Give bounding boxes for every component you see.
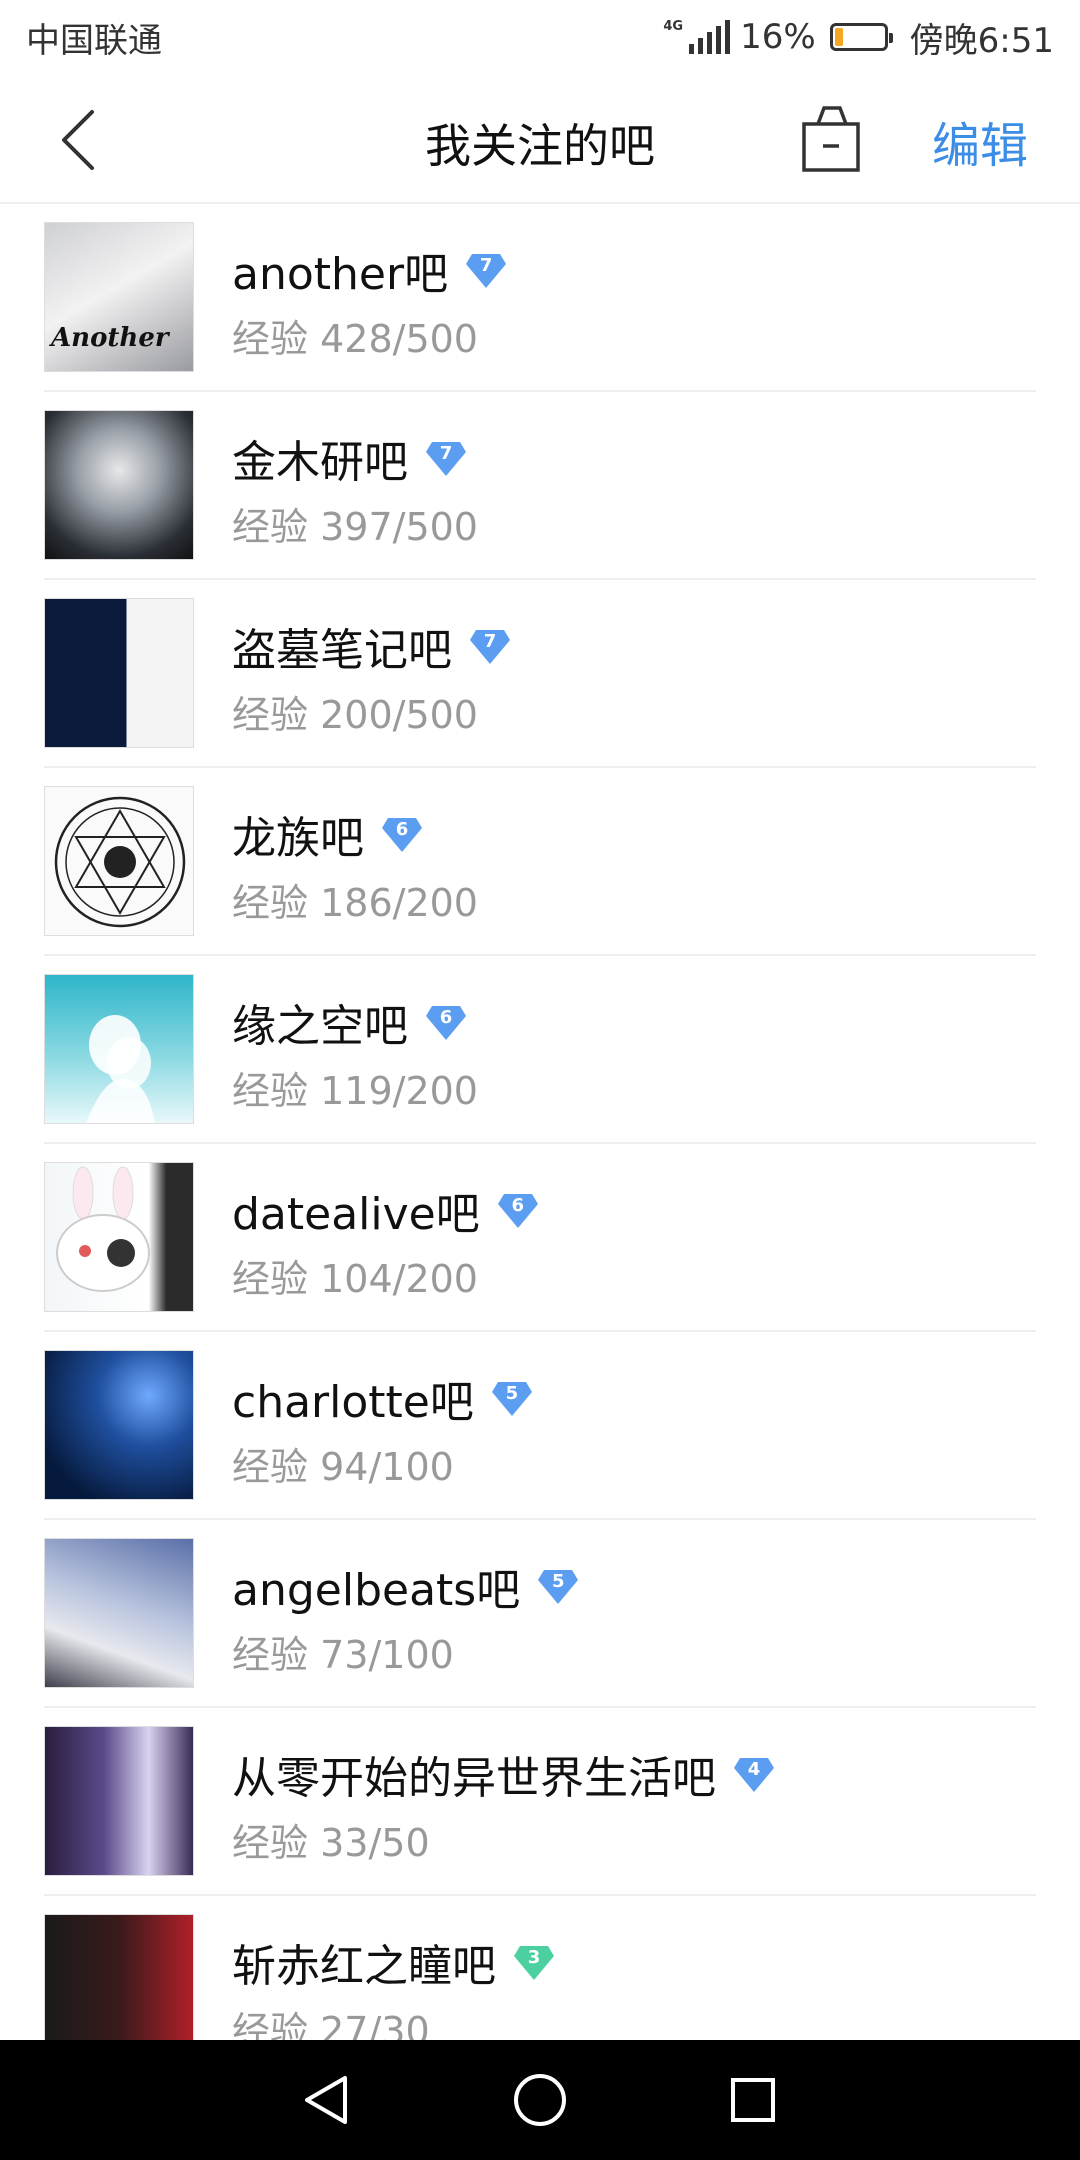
experience-text: 经验 27/30 <box>232 2009 430 2040</box>
level-badge: 7 <box>468 626 512 666</box>
forum-item-another[interactable]: Another another吧 7 经验 428/500 <box>44 204 1036 392</box>
experience-text: 经验 73/100 <box>232 1633 454 1677</box>
triangle-back-icon <box>304 2076 347 2124</box>
forum-avatar <box>44 410 194 560</box>
forum-item-jinmuyan[interactable]: 金木研吧 7 经验 397/500 <box>44 392 1036 580</box>
rabbit-icon <box>56 1166 150 1292</box>
forum-item-longzu[interactable]: 龙族吧 6 经验 186/200 <box>44 768 1036 956</box>
square-recents-icon <box>731 2078 776 2122</box>
forum-name: 盗墓笔记吧 7 <box>232 614 512 678</box>
forum-name: another吧 7 <box>232 238 508 302</box>
battery-percent: 16% <box>740 17 816 57</box>
level-badge: 3 <box>512 1942 556 1982</box>
emblem-icon <box>54 796 186 928</box>
forum-list: Another another吧 7 经验 428/500 金木研吧 7 经验 … <box>0 204 1080 2040</box>
experience-text: 经验 94/100 <box>232 1445 454 1489</box>
forum-name: 金木研吧 7 <box>232 426 468 490</box>
forum-name: angelbeats吧 5 <box>232 1554 580 1618</box>
level-badge: 6 <box>424 1002 468 1042</box>
experience-text: 经验 104/200 <box>232 1257 478 1301</box>
forum-avatar <box>44 1162 194 1312</box>
forum-item-yuanzhikong[interactable]: 缘之空吧 6 经验 119/200 <box>44 956 1036 1144</box>
home-nav-button[interactable] <box>505 2065 575 2135</box>
forum-avatar <box>44 1350 194 1500</box>
experience-text: 经验 428/500 <box>232 317 478 361</box>
forum-item-charlotte[interactable]: charlotte吧 5 经验 94/100 <box>44 1332 1036 1520</box>
experience-text: 经验 119/200 <box>232 1069 478 1113</box>
status-bar: 中国联通 4G 16% 傍晚6:51 <box>0 0 1080 74</box>
bag-icon <box>802 106 860 172</box>
circle-home-icon <box>513 2074 566 2126</box>
edit-button[interactable]: 编辑 <box>932 106 1028 176</box>
forum-item-rezero[interactable]: 从零开始的异世界生活吧 4 经验 33/50 <box>44 1708 1036 1896</box>
level-badge: 4 <box>732 1754 776 1794</box>
battery-icon <box>829 23 893 51</box>
experience-text: 经验 397/500 <box>232 505 478 549</box>
forum-avatar <box>44 974 194 1124</box>
experience-text: 经验 186/200 <box>232 881 478 925</box>
store-button[interactable] <box>800 104 862 174</box>
forum-name: 从零开始的异世界生活吧 4 <box>232 1742 776 1806</box>
forum-item-akame[interactable]: 斩赤红之瞳吧 3 经验 27/30 <box>44 1896 1036 2040</box>
level-badge: 6 <box>380 814 424 854</box>
signal-icon: 4G <box>663 19 731 54</box>
forum-avatar <box>44 598 194 748</box>
network-type: 4G <box>663 19 684 34</box>
forum-name: datealive吧 6 <box>232 1178 540 1242</box>
level-badge: 6 <box>496 1190 540 1230</box>
avatar-caption: Another <box>51 323 169 353</box>
forum-avatar <box>44 786 194 936</box>
level-badge: 7 <box>424 438 468 478</box>
level-badge: 5 <box>536 1566 580 1606</box>
forum-item-daomubiji[interactable]: 盗墓笔记吧 7 经验 200/500 <box>44 580 1036 768</box>
back-nav-button[interactable] <box>292 2065 362 2135</box>
silhouette-icon <box>85 1015 155 1123</box>
clock: 傍晚6:51 <box>909 20 1054 61</box>
header: 我关注的吧 编辑 <box>0 74 1080 204</box>
level-badge: 5 <box>490 1378 534 1418</box>
level-badge: 7 <box>464 250 508 290</box>
forum-name: 龙族吧 6 <box>232 802 424 866</box>
experience-text: 经验 200/500 <box>232 693 478 737</box>
forum-item-angelbeats[interactable]: angelbeats吧 5 经验 73/100 <box>44 1520 1036 1708</box>
recents-nav-button[interactable] <box>718 2065 788 2135</box>
forum-avatar <box>44 1726 194 1876</box>
forum-name: charlotte吧 5 <box>232 1366 534 1430</box>
forum-name: 缘之空吧 6 <box>232 990 468 1054</box>
forum-name: 斩赤红之瞳吧 3 <box>232 1930 556 1994</box>
experience-text: 经验 33/50 <box>232 1821 430 1865</box>
status-right: 4G 16% 傍晚6:51 <box>663 13 1054 62</box>
page-title: 我关注的吧 <box>425 119 655 173</box>
forum-item-datealive[interactable]: datealive吧 6 经验 104/200 <box>44 1144 1036 1332</box>
forum-avatar <box>44 1914 194 2040</box>
system-nav-bar <box>0 2040 1080 2160</box>
forum-avatar <box>44 1538 194 1688</box>
forum-avatar: Another <box>44 222 194 372</box>
carrier-label: 中国联通 <box>26 20 162 61</box>
